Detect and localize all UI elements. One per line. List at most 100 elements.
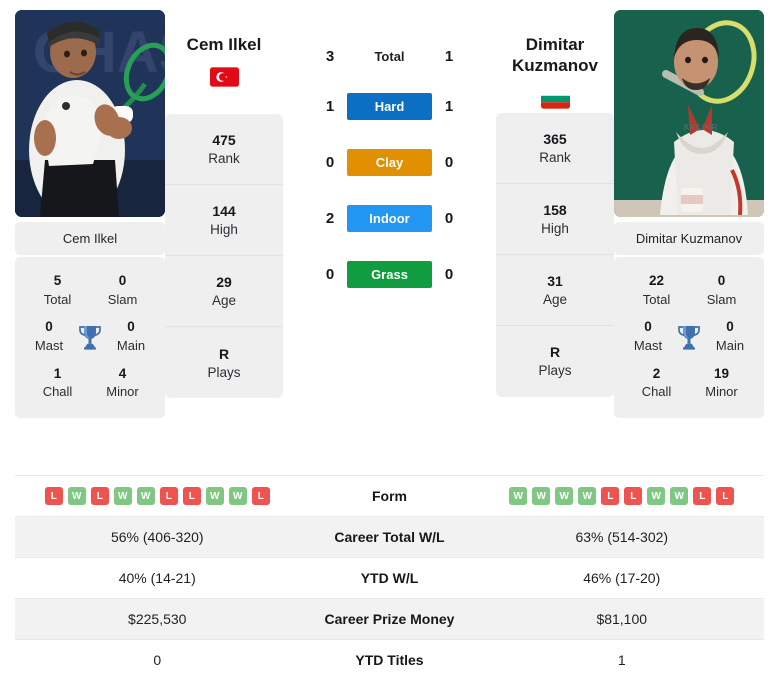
h2h-row-total: 3 Total 1 [283,34,496,78]
left-career-wl: 56% (406-320) [110,529,204,545]
form-badge-win: W [509,487,528,505]
h2h-hard-left-score: 1 [325,97,335,115]
left-titles-main: 0 Main [116,319,146,353]
right-player-photo-image: KRILIXIR [614,10,764,217]
left-titles-total: 5 Total [43,273,72,307]
right-titles-chall: 2 Chall [641,365,672,400]
right-player-name: Dimitar Kuzmanov [512,35,598,76]
player-comparison-page: CHAS [0,0,779,699]
right-flag-wrap [496,88,614,109]
left-age-cell: 29 Age [165,256,283,328]
h2h-row-hard: 1 Hard 1 [283,78,496,134]
left-titles-chall: 1 Chall [42,365,73,400]
surface-pill-grass[interactable]: Grass [347,260,432,288]
left-plays-cell: R Plays [207,345,241,380]
left-prize-money: $225,530 [128,611,187,627]
left-titles-card: 5 Total 0 Slam 0 Mast 0 Main 1 Chall 4 M… [15,257,165,419]
form-badge-loss: L [44,487,63,505]
right-ytd-wl: 46% (17-20) [583,570,661,586]
svg-text:KRILIXIR: KRILIXIR [684,123,718,132]
left-ytd-wl: 40% (14-21) [118,570,196,586]
form-badge-loss: L [716,487,735,505]
top-comparison-area: CHAS [0,0,779,470]
form-badge-win: W [67,487,86,505]
h2h-total-left-score: 3 [325,47,335,65]
h2h-grass-left-score: 0 [325,265,335,283]
stats-row-prize-money: $225,530 Career Prize Money $81,100 [15,598,764,639]
stats-row-career-wl: 56% (406-320) Career Total W/L 63% (514-… [15,516,764,557]
h2h-grass-right-score: 0 [444,265,454,283]
ytd-titles-label: YTD Titles [355,652,424,668]
left-player-header: Cem Ilkel 475 Rank 144 High 29 Age R Pla… [165,10,283,399]
right-player-header: Dimitar Kuzmanov 365 Rank 158 High 31 Ag… [496,10,614,397]
right-rank-cell: 365 Rank [496,113,614,184]
left-titles-slam: 0 Slam [107,273,138,307]
right-form-strip: WWWWLLWWLL [480,487,765,505]
left-titles-mast: 0 Mast [34,319,64,353]
stats-row-ytd-titles: 0 YTD Titles 1 [15,639,764,680]
left-form-strip: LWLWWLLWWL [15,487,300,505]
left-flag-wrap [165,67,283,87]
h2h-row-clay: 0 Clay 0 [283,134,496,190]
h2h-surface-column: 3 Total 1 1 Hard 1 0 Clay 0 2 Indoor 0 0 [283,10,496,302]
h2h-row-indoor: 2 Indoor 0 [283,190,496,246]
form-badge-win: W [228,487,247,505]
right-age-cell: 31 Age [496,255,614,326]
right-plays-cell: R Plays [538,344,572,378]
left-player-photo: CHAS [15,10,165,217]
right-titles-main: 0 Main [715,319,745,353]
surface-pill-indoor[interactable]: Indoor [347,204,432,232]
left-titles-row-3: 1 Chall 4 Minor [21,360,159,406]
trophy-icon [672,324,706,350]
right-high-cell: 158 High [496,184,614,255]
form-badge-loss: L [182,487,201,505]
h2h-total-label: Total [374,48,405,64]
right-info-card: 365 Rank 158 High 31 Age R Plays [496,112,614,397]
h2h-row-grass: 0 Grass 0 [283,246,496,302]
right-titles-row-2: 0 Mast 0 Main [620,313,758,359]
h2h-indoor-right-score: 0 [444,209,454,227]
right-prize-money: $81,100 [596,611,648,627]
right-player-column: KRILIXIR Dimitar Kuzmanov 22 Total 0 Sla… [614,10,764,419]
left-player-photo-image: CHAS [15,10,165,217]
h2h-clay-right-score: 0 [444,153,454,171]
left-titles-minor: 4 Minor [106,365,139,400]
left-ytd-titles: 0 [153,652,162,668]
right-titles-row-3: 2 Chall 19 Minor [620,360,758,406]
form-badge-loss: L [251,487,270,505]
right-player-photo: KRILIXIR [614,10,764,217]
form-badge-loss: L [624,487,643,505]
h2h-hard-right-score: 1 [444,97,454,115]
surface-pill-clay[interactable]: Clay [347,148,432,176]
career-wl-label: Career Total W/L [334,529,445,545]
form-badge-win: W [532,487,551,505]
right-career-wl: 63% (514-302) [575,529,669,545]
trophy-icon [73,324,107,350]
left-player-caption: Cem Ilkel [15,222,165,255]
right-titles-mast: 0 Mast [633,319,663,353]
stats-row-form: LWLWWLLWWL Form WWWWLLWWLL [15,475,764,516]
stats-table: LWLWWLLWWL Form WWWWLLWWLL 56% (406-320)… [0,475,779,680]
right-ytd-titles: 1 [617,652,626,668]
form-badge-win: W [205,487,224,505]
form-badge-win: W [555,487,574,505]
right-titles-row-1: 22 Total 0 Slam [620,267,758,313]
ytd-wl-label: YTD W/L [360,570,419,586]
turkey-flag-icon [209,67,239,87]
right-titles-slam: 0 Slam [706,273,737,307]
form-badge-win: W [647,487,666,505]
form-badge-win: W [113,487,132,505]
h2h-clay-left-score: 0 [325,153,335,171]
stats-row-ytd-wl: 40% (14-21) YTD W/L 46% (17-20) [15,557,764,598]
right-titles-total: 22 Total [642,273,671,307]
form-badge-loss: L [601,487,620,505]
surface-pill-hard[interactable]: Hard [347,92,432,120]
form-badge-loss: L [159,487,178,505]
form-label: Form [372,488,407,504]
right-player-caption: Dimitar Kuzmanov [614,222,764,255]
right-titles-minor: 19 Minor [705,365,738,400]
left-rank-cell: 475 Rank [165,114,283,186]
right-form-cell: WWWWLLWWLL [480,487,765,505]
prize-money-label: Career Prize Money [324,611,455,627]
form-badge-loss: L [693,487,712,505]
